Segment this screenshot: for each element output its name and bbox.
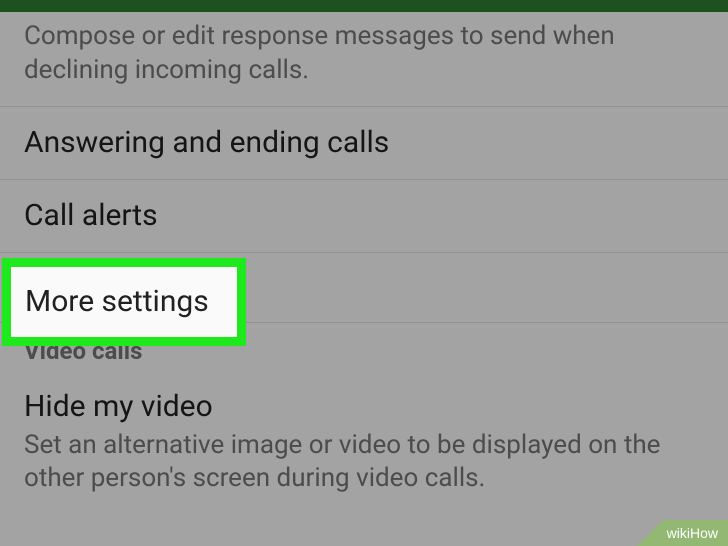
setting-title: Hide my video (24, 389, 704, 425)
setting-quick-decline[interactable]: Quick decline messages Compose or edit r… (0, 12, 728, 107)
settings-list: Quick decline messages Compose or edit r… (0, 12, 728, 500)
watermark-decoration (637, 520, 663, 546)
setting-answering-ending[interactable]: Answering and ending calls (0, 107, 728, 180)
setting-subtitle: Set an alternative image or video to be … (24, 429, 704, 497)
setting-title: Call alerts (24, 198, 704, 234)
status-bar (0, 0, 728, 12)
setting-title: More settings (25, 284, 209, 320)
watermark-text: wikiHow (663, 520, 728, 546)
highlight-more-settings[interactable]: More settings (2, 258, 246, 346)
wikihow-watermark: wikiHow (637, 520, 728, 546)
setting-call-alerts[interactable]: Call alerts (0, 180, 728, 253)
setting-subtitle: Compose or edit response messages to sen… (24, 20, 704, 88)
setting-title: Answering and ending calls (24, 125, 704, 161)
setting-hide-video[interactable]: Hide my video Set an alternative image o… (0, 371, 728, 501)
